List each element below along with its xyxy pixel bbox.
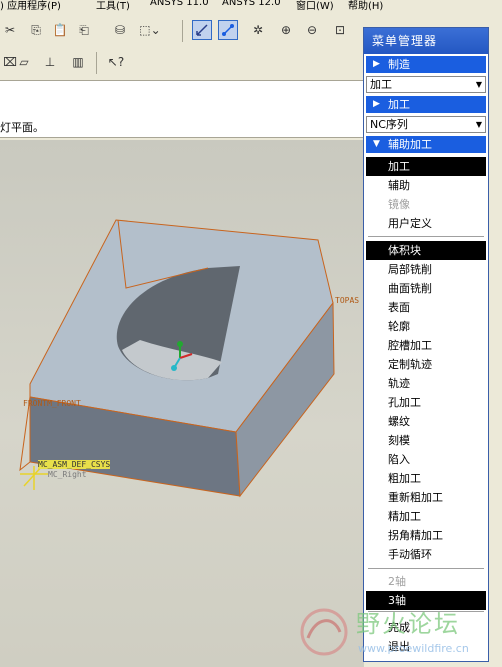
message-area: 灯平面。: [0, 80, 364, 138]
menu-divider: [368, 568, 484, 570]
menu-manager-title: 菜单管理器: [364, 28, 488, 54]
datum-label-front: FRONTM_FRONT: [23, 399, 81, 408]
menu-divider: [368, 236, 484, 238]
graphics-window[interactable]: TOPAS FRONTM_FRONT MC_ASM_DEF_CSYS MC_Ri…: [0, 140, 364, 667]
menu-header-machining[interactable]: ▶ 加工: [366, 96, 486, 113]
menu-item: 镜像: [388, 198, 410, 211]
refit-icon[interactable]: ⊡: [330, 20, 350, 40]
menu-item[interactable]: 体积块: [366, 241, 486, 260]
menu-item[interactable]: 拐角精加工: [366, 526, 486, 545]
selection-filter-icon[interactable]: ⬚⌄: [136, 20, 164, 40]
triangle-right-icon: ▶: [373, 99, 380, 109]
menu-item[interactable]: 刻模: [366, 431, 486, 450]
menu-item[interactable]: 轨迹: [366, 374, 486, 393]
layer-icon[interactable]: ▥: [68, 52, 88, 72]
menu-item[interactable]: 重新粗加工: [366, 488, 486, 507]
menu-app[interactable]: ) 应用程序(P): [0, 0, 61, 12]
menu-item[interactable]: 手动循环: [366, 545, 486, 564]
context-help-icon[interactable]: ↖?: [106, 52, 126, 72]
dropdown-arrow-icon: ▼: [475, 80, 482, 89]
datum-label-top: TOPAS: [335, 296, 360, 305]
menu-item[interactable]: 曲面铣削: [366, 279, 486, 298]
message-text: 灯平面。: [0, 121, 44, 134]
toolbar-top: ✂ ⎘ 📋 ⎗ ⛁ ⬚⌄ ✲ ⊕ ⊖ ⊡: [0, 14, 364, 48]
menu-item[interactable]: 精加工: [366, 507, 486, 526]
find-icon[interactable]: ⛁: [110, 20, 130, 40]
menu-item[interactable]: 定制轨迹: [366, 355, 486, 374]
triad-y-marker: [177, 341, 183, 347]
menu-header-manufacture[interactable]: ▶ 制造: [366, 56, 486, 73]
menu-window[interactable]: 窗口(W): [296, 0, 334, 12]
menu-item[interactable]: 陷入: [366, 450, 486, 469]
nc-sequence-combo[interactable]: NC序列 ▼: [366, 116, 486, 133]
menu-item[interactable]: 粗加工: [366, 469, 486, 488]
toolbar-second: ⌧ ▱ ⊥ ▥ ↖?: [0, 48, 364, 78]
menu-item[interactable]: 腔槽加工: [366, 336, 486, 355]
menu-manager: 菜单管理器 ▶ 制造 加工 ▼ ▶ 加工 NC序列 ▼ ▼ 辅助加工 加工 辅助镜…: [363, 27, 489, 662]
menu-header-label: 制造: [388, 58, 410, 71]
watermark-logo-icon: [300, 608, 348, 656]
menu-item[interactable]: 表面: [366, 298, 486, 317]
combo-value: 加工: [370, 78, 392, 91]
datum-label-csys: MC_ASM_DEF_CSYS: [38, 460, 111, 469]
combo-value: NC序列: [370, 118, 408, 131]
menu-item[interactable]: 局部铣削: [366, 260, 486, 279]
menu-item[interactable]: 螺纹: [366, 412, 486, 431]
cut-icon[interactable]: ✂: [0, 20, 20, 40]
toolbar-separator: [96, 52, 97, 74]
menu-header-label: 辅助加工: [388, 138, 432, 151]
triangle-right-icon: ▶: [373, 59, 380, 69]
menu-ansys12[interactable]: ANSYS 12.0: [222, 0, 281, 8]
menu-item[interactable]: 孔加工: [366, 393, 486, 412]
menu-header-aux-machining[interactable]: ▼ 辅助加工: [366, 136, 486, 153]
view-orient-tool[interactable]: [192, 20, 212, 40]
forum-watermark: 野火论坛 www.proewildfire.cn: [292, 598, 502, 667]
dropdown-arrow-icon: ▼: [475, 120, 482, 129]
menu-item: 2轴: [388, 575, 406, 588]
menu-item[interactable]: 用户定义: [366, 214, 486, 233]
paste-icon[interactable]: 📋: [50, 20, 70, 40]
copy-icon[interactable]: ⎘: [26, 20, 46, 40]
spin-center-icon[interactable]: ✲: [248, 20, 268, 40]
menu-item[interactable]: 加工: [366, 157, 486, 176]
menu-group-2: 体积块 局部铣削 曲面铣削 表面 轮廓 腔槽加工 定制轨迹 轨迹 孔加工 螺纹 刻模 陷入 粗加工 重新粗…: [366, 241, 486, 564]
paste-special-icon[interactable]: ⎗: [74, 20, 94, 40]
menu-item[interactable]: 辅助: [366, 176, 486, 195]
watermark-url: www.proewildfire.cn: [358, 642, 469, 655]
zoom-out-icon[interactable]: ⊖: [302, 20, 322, 40]
zoom-in-icon[interactable]: ⊕: [276, 20, 296, 40]
menu-ansys11[interactable]: ANSYS 11.0: [150, 0, 209, 8]
plane-icon[interactable]: ▱: [14, 52, 34, 72]
watermark-text: 野火论坛: [356, 610, 460, 638]
menu-header-label: 加工: [388, 98, 410, 111]
triangle-down-icon: ▼: [373, 139, 380, 149]
toolbar-separator: [182, 20, 183, 42]
menu-item[interactable]: 轮廓: [366, 317, 486, 336]
datum-axis-icon[interactable]: [218, 20, 238, 40]
menubar: ) 应用程序(P) 工具(T) ANSYS 11.0 ANSYS 12.0 窗口…: [0, 0, 502, 13]
menu-group-1: 加工 辅助镜像用户定义: [366, 157, 486, 233]
triad-z-marker: [171, 365, 177, 371]
csys-icon[interactable]: ⊥: [40, 52, 60, 72]
datum-label-right: MC_Right: [48, 470, 87, 479]
menu-tools[interactable]: 工具(T): [96, 0, 130, 12]
machining-combo[interactable]: 加工 ▼: [366, 76, 486, 93]
menu-help[interactable]: 帮助(H): [348, 0, 383, 12]
